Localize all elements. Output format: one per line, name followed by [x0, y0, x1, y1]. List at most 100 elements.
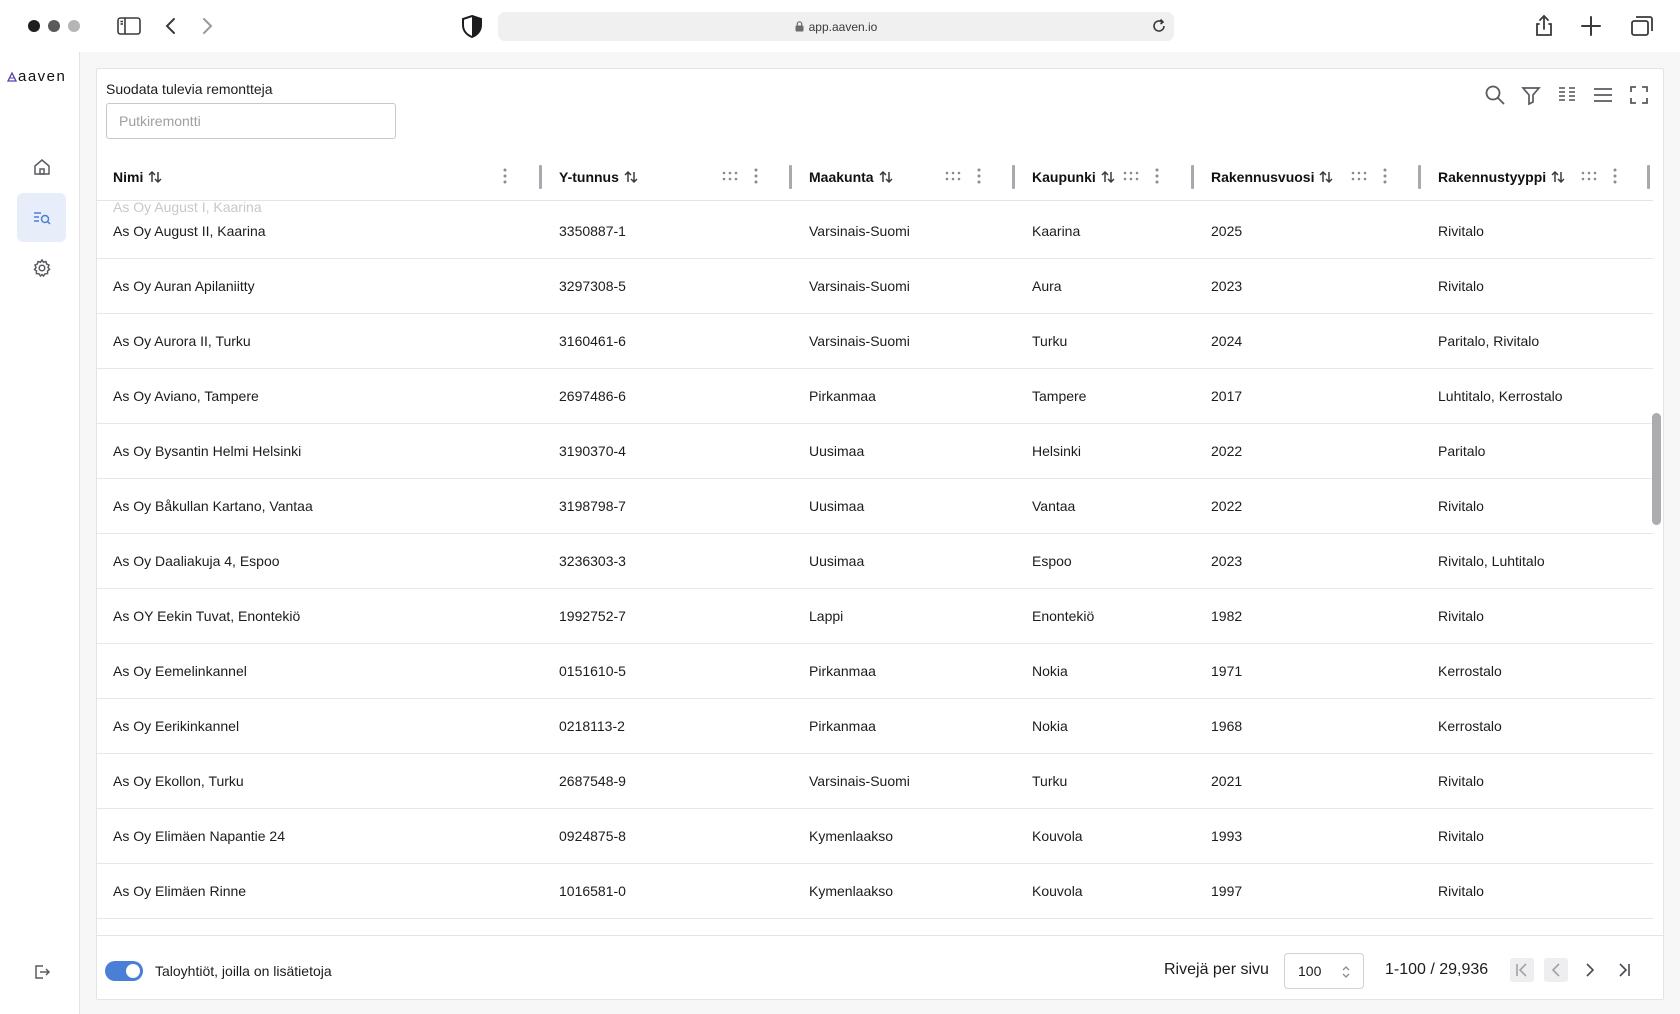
table-row[interactable]: As Oy Elimäen Rinne 1016581-0 Kymenlaakso K…: [97, 864, 1653, 919]
drag-handle-icon[interactable]: [721, 167, 739, 185]
search-icon[interactable]: [1483, 83, 1507, 107]
previous-page-button[interactable]: [1544, 958, 1568, 982]
cell-y-tunnus: 1016581-0: [559, 883, 626, 899]
cell-nimi: As Oy Båkullan Kartano, Vantaa: [113, 498, 313, 514]
logo-mark-icon: [7, 71, 17, 82]
column-menu-icon[interactable]: [1148, 167, 1166, 185]
rows-per-page-value: 100: [1298, 963, 1322, 979]
table-row[interactable]: As Oy Auran Apilaniitty 3297308-5 Varsinai…: [97, 259, 1653, 314]
nav-search-list[interactable]: [17, 193, 66, 242]
first-page-button[interactable]: [1510, 958, 1534, 982]
data-table: As Oy August I, Kaarina Nimi Y-tunnus Ma…: [97, 153, 1653, 953]
cell-rakennusvuosi: 2024: [1211, 333, 1243, 349]
columns-icon[interactable]: [1555, 83, 1579, 107]
last-page-button[interactable]: [1612, 958, 1636, 982]
column-header-rakennustyyppi[interactable]: Rakennustyyppi: [1438, 153, 1566, 201]
column-resize-handle[interactable]: [1418, 165, 1421, 189]
table-row[interactable]: As Oy Elimäen Napantie 24 0924875-8 Kymenl…: [97, 809, 1653, 864]
extra-info-toggle[interactable]: [105, 961, 143, 981]
cell-y-tunnus: 2687548-9: [559, 773, 626, 789]
cell-nimi: As Oy Aviano, Tampere: [113, 388, 259, 404]
sort-icon[interactable]: [1100, 169, 1116, 185]
column-header-rakennusvuosi[interactable]: Rakennusvuosi: [1211, 153, 1334, 201]
nav-settings[interactable]: [17, 243, 66, 292]
column-resize-handle[interactable]: [1647, 165, 1650, 189]
column-menu-icon[interactable]: [747, 167, 765, 185]
rows-per-page-select[interactable]: 100: [1284, 953, 1364, 989]
table-row[interactable]: As Oy Eerikinkannel 0218113-2 Pirkanmaa Nok…: [97, 699, 1653, 754]
forward-icon[interactable]: [193, 12, 221, 40]
drag-handle-icon[interactable]: [944, 167, 962, 185]
column-header-maakunta[interactable]: Maakunta: [809, 153, 894, 201]
last-page-icon: [1619, 963, 1630, 977]
updown-chevron-icon: [1342, 966, 1350, 978]
sort-icon[interactable]: [1318, 169, 1334, 185]
privacy-shield-icon[interactable]: [458, 12, 486, 40]
column-header-kaupunki[interactable]: Kaupunki: [1032, 153, 1116, 201]
column-menu-icon[interactable]: [970, 167, 988, 185]
cell-y-tunnus: 0924875-8: [559, 828, 626, 844]
cell-rakennusvuosi: 1971: [1211, 663, 1243, 679]
column-resize-handle[interactable]: [789, 165, 792, 189]
reload-icon[interactable]: [1150, 17, 1168, 35]
next-page-button[interactable]: [1578, 958, 1602, 982]
back-icon[interactable]: [157, 12, 185, 40]
cell-rakennustyyppi: Kerrostalo: [1438, 718, 1502, 734]
address-bar[interactable]: app.aaven.io: [498, 12, 1174, 41]
table-row[interactable]: As Oy Eemelinkannel 0151610-5 Pirkanmaa Nok…: [97, 644, 1653, 699]
sort-icon[interactable]: [623, 169, 639, 185]
url-text: app.aaven.io: [808, 19, 878, 34]
table-row[interactable]: As Oy Aurora II, Turku 3160461-6 Varsinais…: [97, 314, 1653, 369]
column-tools-kaupunki: [1122, 167, 1166, 185]
drag-handle-icon[interactable]: [1122, 167, 1140, 185]
column-header-nimi[interactable]: Nimi: [113, 153, 163, 201]
sort-icon[interactable]: [1550, 169, 1566, 185]
table-row[interactable]: As Oy August II, Kaarina 3350887-1 Varsina…: [97, 204, 1653, 259]
cell-rakennusvuosi: 2022: [1211, 498, 1243, 514]
list-search-icon: [33, 211, 51, 225]
density-icon[interactable]: [1591, 83, 1615, 107]
cell-rakennusvuosi: 1968: [1211, 718, 1243, 734]
cell-rakennustyyppi: Kerrostalo: [1438, 663, 1502, 679]
tab-overview-icon[interactable]: [1628, 12, 1656, 40]
cell-y-tunnus: 3198798-7: [559, 498, 626, 514]
new-tab-icon[interactable]: [1577, 12, 1605, 40]
table-row[interactable]: As Oy Båkullan Kartano, Vantaa 3198798-7 U…: [97, 479, 1653, 534]
sidebar-toggle-icon[interactable]: [115, 12, 143, 40]
sort-icon[interactable]: [147, 169, 163, 185]
aaven-logo[interactable]: aaven: [7, 68, 66, 85]
column-tools-maakunta: [944, 167, 988, 185]
sort-icon[interactable]: [878, 169, 894, 185]
table-row[interactable]: As Oy Ekollon, Turku 2687548-9 Varsinais-S…: [97, 754, 1653, 809]
zoom-window-dot[interactable]: [68, 20, 80, 32]
column-menu-icon[interactable]: [1606, 167, 1624, 185]
column-title: Kaupunki: [1032, 169, 1096, 185]
drag-handle-icon[interactable]: [1580, 167, 1598, 185]
column-resize-handle[interactable]: [1012, 165, 1015, 189]
drag-handle-icon[interactable]: [1350, 167, 1368, 185]
close-window-dot[interactable]: [28, 20, 40, 32]
cell-nimi: As Oy Ekollon, Turku: [113, 773, 244, 789]
column-menu-icon[interactable]: [1376, 167, 1394, 185]
fullscreen-icon[interactable]: [1627, 83, 1651, 107]
table-row[interactable]: As Oy Aviano, Tampere 2697486-6 Pirkanmaa T…: [97, 369, 1653, 424]
gear-icon: [32, 258, 51, 277]
column-menu-icon[interactable]: [496, 167, 514, 185]
column-resize-handle[interactable]: [1191, 165, 1194, 189]
table-row[interactable]: As Oy Daaliakuja 4, Espoo 3236303-3 Uusima…: [97, 534, 1653, 589]
share-icon[interactable]: [1530, 12, 1558, 40]
table-row[interactable]: As Oy Bysantin Helmi Helsinki 3190370-4 Uu…: [97, 424, 1653, 479]
nav-home[interactable]: [17, 142, 66, 191]
nav-logout[interactable]: [17, 947, 66, 996]
vertical-scrollbar[interactable]: [1652, 413, 1661, 525]
table-row[interactable]: As OY Eekin Tuvat, Enontekiö 1992752-7 Lap…: [97, 589, 1653, 644]
filter-icon[interactable]: [1519, 83, 1543, 107]
cell-y-tunnus: 3236303-3: [559, 553, 626, 569]
filter-input[interactable]: [106, 103, 396, 139]
cell-nimi: As Oy Daaliakuja 4, Espoo: [113, 553, 280, 569]
column-resize-handle[interactable]: [539, 165, 542, 189]
logout-icon: [34, 964, 50, 979]
minimize-window-dot[interactable]: [48, 20, 60, 32]
cell-kaupunki: Kouvola: [1032, 828, 1083, 844]
column-header-y-tunnus[interactable]: Y-tunnus: [559, 153, 639, 201]
